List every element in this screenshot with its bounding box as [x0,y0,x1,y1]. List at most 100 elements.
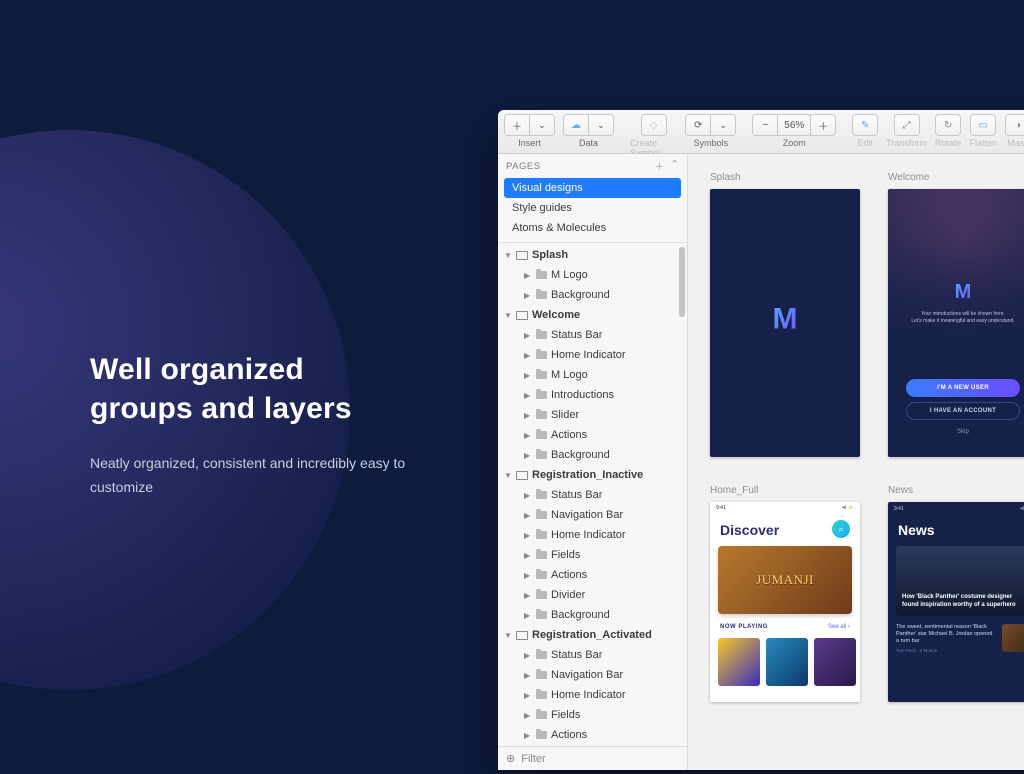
layer-item[interactable]: ▶Home Indicator [498,685,687,705]
page-item[interactable]: Style guides [504,198,681,218]
layer-item[interactable]: ▶Status Bar [498,645,687,665]
layer-item[interactable]: ▶M Logo [498,265,687,285]
zoom-in-button[interactable] [810,114,836,136]
artboard-home[interactable]: Home_Full 9:41•ıl ⚡ Discover ⌕ JUMANJI N… [710,485,860,702]
layer-artboard[interactable]: ▼Registration_Inactive [498,465,687,485]
thumbnail [766,638,808,686]
add-page-button[interactable]: ＋ [655,159,665,173]
folder-icon [536,571,547,579]
artboard-title: Home_Full [710,485,860,496]
layer-item[interactable]: ▶Fields [498,545,687,565]
folder-icon [536,371,547,379]
layer-item[interactable]: ▶Introductions [498,385,687,405]
insert-dropdown[interactable] [529,114,555,136]
chevron-down-icon [597,120,605,131]
pen-icon [861,120,869,131]
news-card-text: How 'Black Panther' costume designer fou… [902,594,1024,610]
hero-title: Well organized groups and layers [90,350,450,428]
layer-item[interactable]: ▶Actions [498,725,687,745]
hero-subtitle: Neatly organized, consistent and incredi… [90,452,450,500]
layer-item[interactable]: ▶Divider [498,745,687,746]
layer-item[interactable]: ▶Slider [498,405,687,425]
zoom-value[interactable]: 56% [777,114,811,136]
artboard-icon [516,631,528,640]
rotate-icon [944,120,952,131]
see-all-link: See all › [828,624,850,630]
edit-label: Edit [857,138,873,148]
page-item[interactable]: Atoms & Molecules [504,218,681,238]
layer-item[interactable]: ▶Actions [498,565,687,585]
folder-icon [536,351,547,359]
layer-artboard[interactable]: ▼Registration_Activated [498,625,687,645]
toolbar: Insert Data Create Symbol Symbols 56% [498,110,1024,154]
layer-item[interactable]: ▶Navigation Bar [498,505,687,525]
artboard-splash[interactable]: Splash M [710,172,860,457]
folder-icon [536,671,547,679]
zoom-out-button[interactable] [752,114,778,136]
status-icons: •ıl ⚡ [842,505,854,511]
folder-icon [536,411,547,419]
mask-button[interactable] [1005,114,1024,136]
filter-bar: Filter [498,746,687,770]
folder-icon [536,511,547,519]
layer-artboard[interactable]: ▼Splash [498,245,687,265]
card-title: JUMANJI [756,572,814,588]
tool-zoom-group: 56% Zoom [752,114,836,148]
flatten-button[interactable] [970,114,996,136]
news-heading: News [898,522,935,538]
transform-button[interactable] [894,114,920,136]
rotate-button[interactable] [935,114,961,136]
new-user-button: I'M A NEW USER [906,379,1020,397]
data-dropdown[interactable] [588,114,614,136]
artboard-news[interactable]: News 9:41•ıl ⚡ News How 'Black Panther' … [888,485,1024,702]
layer-item[interactable]: ▶Background [498,445,687,465]
status-icons: •ıl ⚡ [1020,506,1024,512]
page-item[interactable]: Visual designs [504,178,681,198]
pages-header-label: Pages [506,161,541,172]
artboard-welcome[interactable]: Welcome M Your introductions will be sho… [888,172,1024,457]
folder-icon [536,491,547,499]
layer-item[interactable]: ▶Navigation Bar [498,665,687,685]
news-item-text: The sweet, sentimental reason 'Black Pan… [896,624,996,645]
layer-artboard[interactable]: ▼Welcome [498,305,687,325]
artboard-title: Welcome [888,172,1024,183]
layer-item[interactable]: ▶Home Indicator [498,345,687,365]
symbols-label: Symbols [694,138,729,148]
layer-item[interactable]: ▶Home Indicator [498,525,687,545]
have-account-button: I HAVE AN ACCOUNT [906,402,1020,420]
tool-data-group: Data [563,114,614,148]
folder-icon [536,611,547,619]
data-button[interactable] [563,114,589,136]
symbols-button[interactable] [685,114,711,136]
symbols-dropdown[interactable] [710,114,736,136]
collapse-pages-button[interactable]: ⌃ [671,159,679,173]
layer-item[interactable]: ▶Divider [498,585,687,605]
news-thumb [1002,624,1024,652]
folder-icon [536,271,547,279]
layer-item[interactable]: ▶Background [498,605,687,625]
folder-icon [536,551,547,559]
diamond-icon [650,120,658,131]
layer-item[interactable]: ▶Status Bar [498,325,687,345]
scrollbar[interactable] [679,247,685,317]
layer-item[interactable]: ▶Background [498,285,687,305]
transform-label: Transform [886,138,927,148]
hero-title-line2: groups and layers [90,392,352,425]
create-symbol-button[interactable] [641,114,667,136]
canvas[interactable]: Splash M Welcome M Your introductions wi… [688,154,1024,770]
folder-icon [536,391,547,399]
layers-panel[interactable]: ▼Splash▶M Logo▶Background▼Welcome▶Status… [498,242,687,746]
layer-item[interactable]: ▶Actions [498,425,687,445]
filter-input[interactable]: Filter [521,753,545,765]
rotate-label: Rotate [935,138,962,148]
featured-card: JUMANJI [718,546,852,614]
insert-button[interactable] [504,114,530,136]
welcome-intro: Your introductions will be shown here. L… [900,311,1024,325]
symbols-icon [694,120,702,131]
layer-item[interactable]: ▶Fields [498,705,687,725]
layer-item[interactable]: ▶Status Bar [498,485,687,505]
folder-icon [536,531,547,539]
layer-item[interactable]: ▶M Logo [498,365,687,385]
tool-symbols-group: Symbols [685,114,736,148]
edit-button[interactable] [852,114,878,136]
